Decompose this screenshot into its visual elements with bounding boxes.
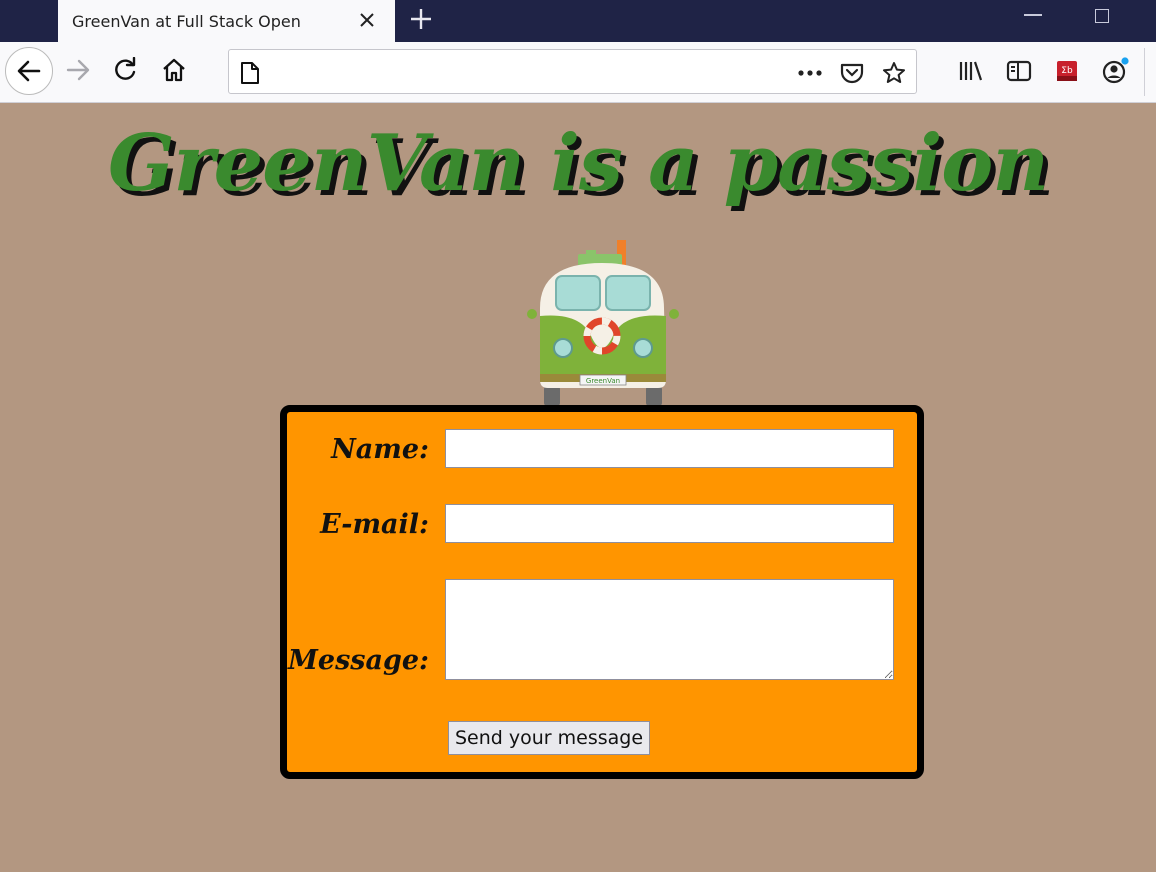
- page-actions-menu-icon[interactable]: [797, 60, 823, 86]
- van-license-plate: GreenVan: [586, 377, 620, 385]
- browser-tab[interactable]: GreenVan at Full Stack Open: [58, 0, 395, 42]
- account-icon[interactable]: [1101, 57, 1129, 85]
- svg-text:Σb: Σb: [1061, 66, 1073, 76]
- page-document-icon: [237, 60, 263, 86]
- tab-title: GreenVan at Full Stack Open: [72, 11, 301, 31]
- green-van-image: GreenVan: [527, 240, 679, 406]
- minimize-window-icon[interactable]: [1024, 14, 1042, 16]
- email-label: E-mail:: [320, 509, 429, 540]
- new-tab-plus-icon[interactable]: [406, 4, 436, 34]
- extension-eb-icon[interactable]: Σb: [1053, 57, 1081, 85]
- message-label: Message:: [288, 645, 429, 676]
- pocket-icon[interactable]: [839, 60, 865, 86]
- toolbar-separator: [1144, 48, 1145, 96]
- reload-icon[interactable]: [106, 50, 146, 90]
- email-input[interactable]: [445, 504, 894, 543]
- name-label: Name:: [331, 434, 429, 465]
- bookmark-star-icon[interactable]: [881, 60, 907, 86]
- name-input[interactable]: [445, 429, 894, 468]
- maximize-window-icon[interactable]: [1095, 9, 1109, 23]
- contact-form: Name: E-mail: Message: Send your message: [280, 405, 924, 779]
- message-textarea[interactable]: [445, 579, 894, 680]
- address-bar[interactable]: [228, 49, 917, 94]
- home-icon[interactable]: [154, 50, 194, 90]
- page-headline: GreenVan is a passion: [107, 118, 1049, 209]
- forward-arrow-icon[interactable]: [58, 50, 98, 90]
- browser-navbar: Σb: [0, 42, 1156, 103]
- back-arrow-icon[interactable]: [5, 47, 53, 95]
- send-message-button[interactable]: Send your message: [448, 721, 650, 755]
- browser-titlebar: GreenVan at Full Stack Open: [0, 0, 1156, 42]
- close-tab-icon[interactable]: [355, 8, 379, 32]
- library-icon[interactable]: [957, 57, 985, 85]
- sidebar-toggle-icon[interactable]: [1005, 57, 1033, 85]
